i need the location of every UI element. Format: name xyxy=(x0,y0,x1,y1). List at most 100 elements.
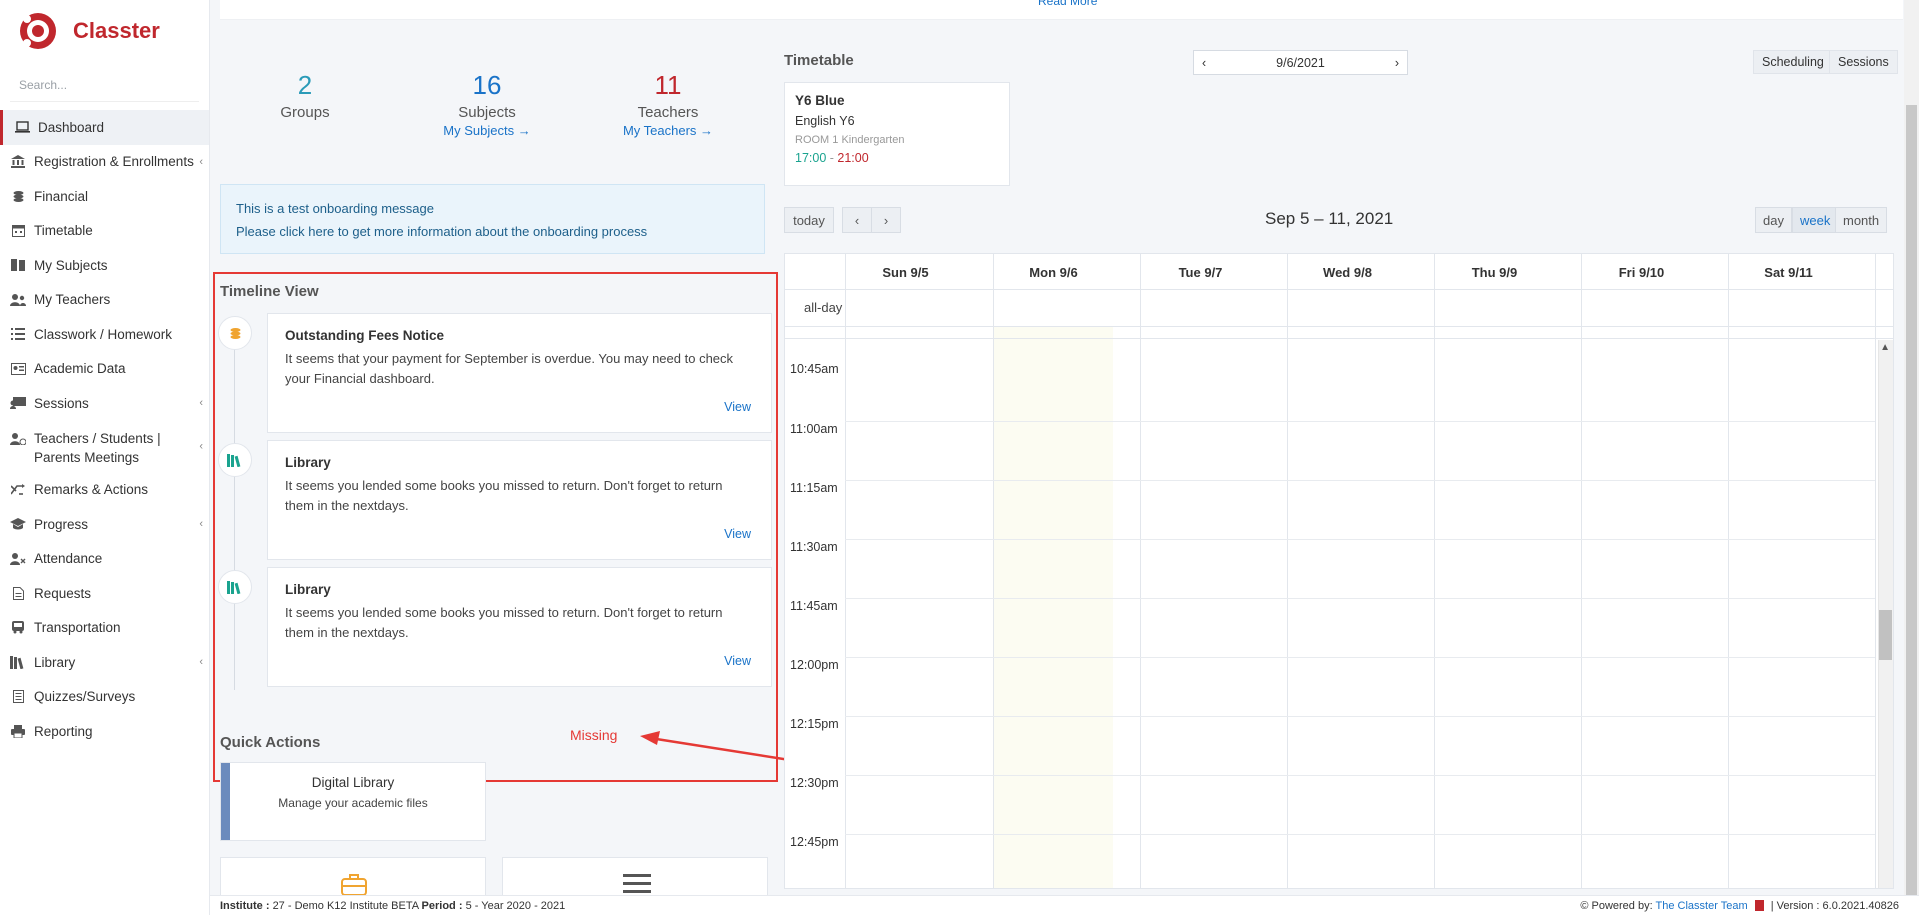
sidebar-item-my-teachers[interactable]: My Teachers xyxy=(0,283,209,318)
time-label: 11:30am xyxy=(790,540,838,554)
row-divider xyxy=(845,598,1875,599)
today-button[interactable]: today xyxy=(784,207,834,233)
sidebar-item-label: Sessions xyxy=(34,395,89,411)
chevron-up-icon[interactable]: ▲ xyxy=(1880,342,1890,353)
page-scrollbar[interactable] xyxy=(1904,0,1919,895)
period-value: 5 - Year 2020 - 2021 xyxy=(465,899,566,912)
stat-value: 16 xyxy=(472,70,502,100)
chevron-left-icon[interactable]: ‹ xyxy=(842,207,872,233)
graduation-cap-icon xyxy=(9,517,27,531)
page-scroll-thumb[interactable] xyxy=(1906,105,1917,895)
sidebar-item-financial[interactable]: Financial xyxy=(0,179,209,214)
week-calendar: Sun 9/5 Mon 9/6 Tue 9/7 Wed 9/8 Thu 9/9 … xyxy=(784,253,1894,889)
timeline-item-title: Library xyxy=(285,582,331,597)
day-header: Sat 9/11 xyxy=(1728,254,1848,290)
timeline-item-text: It seems you lended some books you misse… xyxy=(285,605,723,640)
timeline-view-link[interactable]: View xyxy=(724,654,751,668)
card-accent xyxy=(221,763,230,840)
month-view-button[interactable]: month xyxy=(1835,207,1888,233)
column-divider xyxy=(1434,254,1435,888)
timeline-view-link[interactable]: View xyxy=(724,527,751,541)
search-input[interactable]: Search... xyxy=(10,72,199,102)
sidebar-item-registration[interactable]: Registration & Enrollments ‹ xyxy=(0,145,209,180)
stat-label: Subjects xyxy=(458,104,516,121)
my-subjects-link[interactable]: My Subjects → xyxy=(402,123,572,138)
row-divider xyxy=(845,421,1875,422)
sidebar-item-label: Transportation xyxy=(34,620,121,636)
stat-teachers: 11 Teachers My Teachers → xyxy=(583,70,753,138)
period-label: Period : xyxy=(421,899,463,912)
sidebar-item-label: Timetable xyxy=(34,223,93,239)
sidebar-item-reporting[interactable]: Reporting xyxy=(0,714,209,749)
classter-team-link[interactable]: The Classter Team xyxy=(1656,900,1748,912)
onboarding-link[interactable]: Please click here to get more informatio… xyxy=(236,220,749,243)
stat-groups: 2 Groups xyxy=(220,70,390,121)
quick-action-subtitle: Manage your academic files xyxy=(278,796,428,810)
chevron-right-icon[interactable]: › xyxy=(1395,56,1399,70)
powered-label: Powered by: xyxy=(1591,899,1653,912)
sidebar-item-attendance[interactable]: Attendance xyxy=(0,542,209,577)
main-content: Read More 2 Groups 16 Subjects My Subjec… xyxy=(210,0,1919,895)
time-label: 12:00pm xyxy=(790,658,839,672)
sidebar-item-sessions[interactable]: Sessions ‹ xyxy=(0,386,209,421)
quick-action-card[interactable] xyxy=(502,857,768,895)
event-end-time: 21:00 xyxy=(837,151,869,165)
sidebar-item-label: Classwork / Homework xyxy=(34,326,173,342)
chevron-right-icon[interactable]: › xyxy=(871,207,901,233)
sidebar-item-requests[interactable]: Requests xyxy=(0,576,209,611)
sidebar-item-academic-data[interactable]: Academic Data xyxy=(0,352,209,387)
timeline-view-link[interactable]: View xyxy=(724,400,751,414)
sidebar-item-dashboard[interactable]: Dashboard xyxy=(0,110,209,145)
my-teachers-link[interactable]: My Teachers → xyxy=(583,123,753,138)
coins-icon xyxy=(9,189,27,203)
scroll-thumb[interactable] xyxy=(1879,610,1892,660)
sidebar-item-my-subjects[interactable]: My Subjects xyxy=(0,248,209,283)
column-divider xyxy=(1728,254,1729,888)
sidebar-item-classwork[interactable]: Classwork / Homework xyxy=(0,317,209,352)
bus-icon xyxy=(9,621,27,635)
sidebar-item-progress[interactable]: Progress ‹ xyxy=(0,507,209,542)
timeline-item: Library It seems you lended some books y… xyxy=(267,440,772,560)
list-icon xyxy=(9,327,27,341)
week-view-button[interactable]: week xyxy=(1792,207,1839,233)
shuffle-icon xyxy=(9,483,27,497)
institute-label: Institute : xyxy=(220,899,270,912)
announcement-bar: Read More xyxy=(220,0,1903,20)
sidebar-item-label: Quizzes/Surveys xyxy=(34,689,136,705)
day-header: Sun 9/5 xyxy=(845,254,965,290)
institute-info: Institute : 27 - Demo K12 Institute BETA… xyxy=(220,900,565,912)
read-more-link[interactable]: Read More xyxy=(1038,0,1097,8)
calendar-scrollbar[interactable]: ▲ xyxy=(1878,340,1893,888)
column-divider xyxy=(1287,254,1288,888)
day-view-button[interactable]: day xyxy=(1755,207,1792,233)
timetable-event-card[interactable]: Y6 Blue English Y6 ROOM 1 Kindergarten 1… xyxy=(784,82,1010,186)
briefcase-icon xyxy=(341,874,367,895)
sessions-button[interactable]: Sessions xyxy=(1829,50,1898,74)
sidebar-item-label: Progress xyxy=(34,516,89,532)
time-label: 10:45am xyxy=(790,362,839,376)
day-header: Mon 9/6 xyxy=(993,254,1113,290)
coins-icon xyxy=(218,316,252,350)
all-day-label: all-day xyxy=(804,300,843,315)
stat-value: 11 xyxy=(654,70,682,100)
timeline-item-title: Library xyxy=(285,455,331,470)
scheduling-button[interactable]: Scheduling xyxy=(1753,50,1833,74)
digital-library-card[interactable]: Digital Library Manage your academic fil… xyxy=(220,762,486,841)
sidebar-item-timetable[interactable]: Timetable xyxy=(0,214,209,249)
quick-action-card[interactable] xyxy=(220,857,486,895)
sidebar-item-library[interactable]: Library ‹ xyxy=(0,645,209,680)
chevron-left-icon[interactable]: ‹ xyxy=(1202,56,1206,70)
row-divider xyxy=(845,657,1875,658)
chevron-left-icon: ‹ xyxy=(199,518,203,531)
sidebar-item-meetings[interactable]: Teachers / Students | Parents Meetings ‹ xyxy=(0,421,209,473)
sidebar-item-remarks[interactable]: Remarks & Actions xyxy=(0,473,209,508)
logo[interactable]: Classter xyxy=(0,0,209,62)
onboarding-message[interactable]: This is a test onboarding message Please… xyxy=(220,184,765,254)
timetable-date[interactable]: 9/6/2021 xyxy=(1276,56,1325,70)
all-day-row[interactable]: all-day xyxy=(785,290,1893,327)
row-divider xyxy=(845,834,1875,835)
footer: Institute : 27 - Demo K12 Institute BETA… xyxy=(210,895,1919,915)
sidebar-item-transportation[interactable]: Transportation xyxy=(0,611,209,646)
sidebar-item-label: Reporting xyxy=(34,723,93,739)
sidebar-item-quizzes[interactable]: Quizzes/Surveys xyxy=(0,680,209,715)
